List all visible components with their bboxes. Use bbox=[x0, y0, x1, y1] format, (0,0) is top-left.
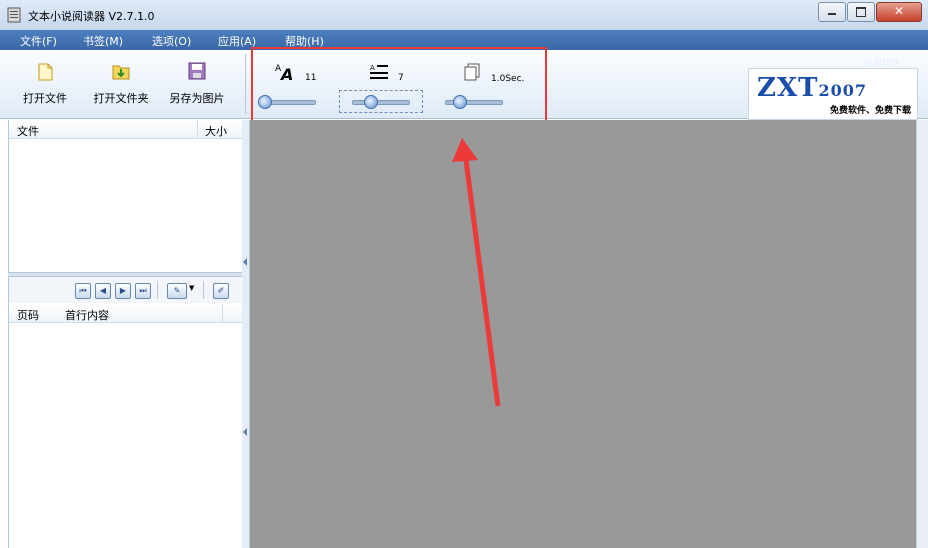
minimize-icon bbox=[828, 13, 836, 15]
collapse-arrow-icon[interactable] bbox=[243, 428, 247, 436]
size-column-header[interactable]: 大小 bbox=[205, 123, 227, 139]
toolbar-separator bbox=[245, 54, 246, 114]
bookmark-toolbar: ⏮ ◀ ▶ ⏭ ✎ ▼ ✐ bbox=[9, 277, 241, 303]
bookmark-list-header: 页码 首行内容 bbox=[9, 304, 242, 323]
title-bar: 文本小说阅读器 V2.7.1.0 ✕ bbox=[0, 0, 928, 31]
menu-options[interactable]: 选项(O) bbox=[152, 33, 191, 49]
maximize-button[interactable] bbox=[847, 2, 875, 22]
logo-year: 2007 bbox=[818, 81, 868, 100]
open-file-label: 打开文件 bbox=[23, 92, 67, 105]
logo-tagline: 免费软件、免费下载 bbox=[829, 106, 911, 116]
bookmark-menu-button[interactable]: ✎ bbox=[167, 283, 187, 299]
prev-bookmark-button[interactable]: ◀ bbox=[95, 283, 111, 299]
header-divider bbox=[197, 120, 198, 138]
file-list[interactable] bbox=[9, 139, 242, 271]
vertical-scrollbar[interactable] bbox=[916, 120, 928, 548]
vertical-splitter[interactable] bbox=[242, 120, 250, 548]
prev-icon: ◀ bbox=[99, 286, 107, 295]
app-icon bbox=[7, 7, 21, 23]
menu-file[interactable]: 文件(F) bbox=[20, 33, 57, 49]
bookmark-list[interactable] bbox=[9, 323, 242, 548]
logo-brand-text: ZXT bbox=[757, 73, 819, 103]
close-button[interactable]: ✕ bbox=[876, 2, 922, 22]
save-as-image-button[interactable]: 另存为图片 bbox=[162, 60, 232, 106]
open-folder-label: 打开文件夹 bbox=[93, 92, 149, 105]
menu-bookmark[interactable]: 书签(M) bbox=[83, 33, 123, 49]
zxt-logo: ZXT2007 免费软件、免费下载 bbox=[748, 68, 918, 120]
file-column-header[interactable]: 文件 bbox=[17, 123, 39, 139]
close-icon: ✕ bbox=[894, 4, 905, 18]
maximize-icon bbox=[856, 7, 866, 17]
last-icon: ⏭ bbox=[139, 286, 147, 295]
collapse-arrow-icon[interactable] bbox=[243, 258, 247, 266]
open-folder-icon bbox=[112, 65, 130, 80]
save-icon bbox=[188, 62, 206, 80]
dropdown-arrow-icon[interactable]: ▼ bbox=[189, 284, 194, 292]
reading-area[interactable] bbox=[250, 120, 916, 548]
file-list-header: 文件 大小 bbox=[9, 120, 242, 139]
toolbar-separator bbox=[203, 281, 204, 299]
header-divider bbox=[222, 304, 223, 322]
logo-brand: ZXT2007 bbox=[757, 73, 867, 103]
save-as-image-label: 另存为图片 bbox=[169, 92, 225, 105]
window-title: 文本小说阅读器 V2.7.1.0 bbox=[28, 10, 155, 23]
open-folder-button[interactable]: 打开文件夹 bbox=[86, 60, 156, 106]
edit-icon: ✐ bbox=[217, 286, 225, 295]
toolbar-separator bbox=[157, 281, 158, 299]
bookmark-icon: ✎ bbox=[173, 286, 181, 295]
first-icon: ⏮ bbox=[79, 286, 87, 295]
annotation-highlight-box bbox=[251, 47, 547, 125]
next-icon: ▶ bbox=[119, 286, 127, 295]
next-bookmark-button[interactable]: ▶ bbox=[115, 283, 131, 299]
page-column-header[interactable]: 页码 bbox=[17, 307, 39, 323]
first-line-column-header[interactable]: 首行内容 bbox=[65, 307, 109, 323]
open-file-icon bbox=[38, 63, 53, 81]
left-pane: 文件 大小 页码 首行内容 bbox=[8, 120, 243, 548]
open-file-button[interactable]: 打开文件 bbox=[10, 60, 80, 106]
minimize-button[interactable] bbox=[818, 2, 846, 22]
first-bookmark-button[interactable]: ⏮ bbox=[75, 283, 91, 299]
last-bookmark-button[interactable]: ⏭ bbox=[135, 283, 151, 299]
edit-bookmark-button[interactable]: ✐ bbox=[213, 283, 229, 299]
